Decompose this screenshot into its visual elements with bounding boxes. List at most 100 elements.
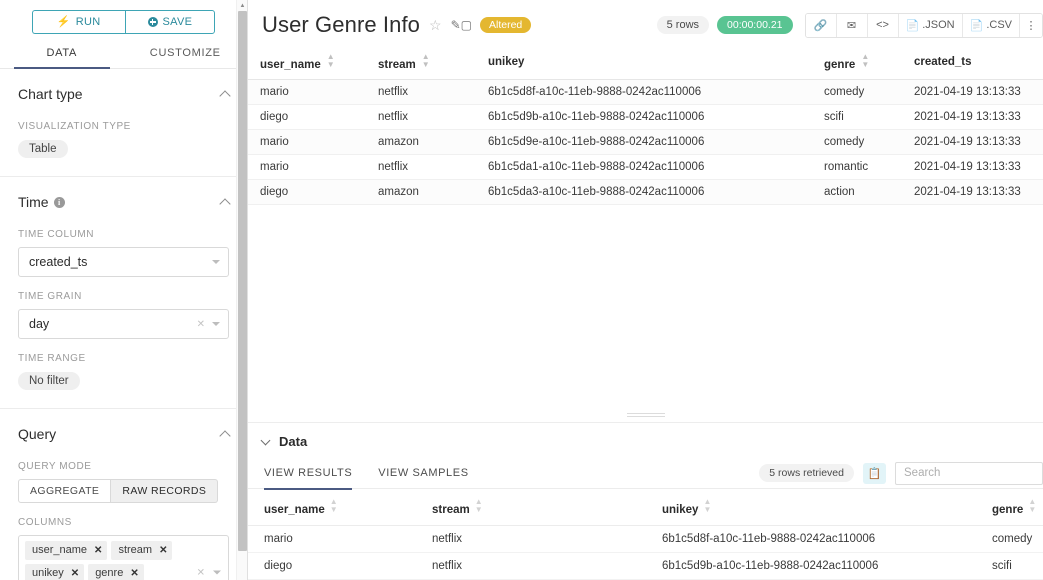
column-header[interactable]: created_ts (902, 46, 1043, 80)
data-panel-header[interactable]: Data (248, 423, 1043, 458)
run-button[interactable]: ⚡ RUN (31, 10, 125, 34)
time-grain-select[interactable]: day ✕ (18, 309, 229, 339)
rows-retrieved-badge: 5 rows retrieved (759, 464, 854, 482)
table-cell: mario (248, 79, 366, 105)
link-icon[interactable]: 🔗 (805, 13, 837, 37)
results-table-head: user_name ▲ ▼ stream ▲ ▼ unikey genre ▲ ▼ created_… (248, 46, 1043, 80)
table-cell: mario (248, 129, 366, 155)
search-input[interactable] (895, 461, 1043, 485)
data-panel-actions: 5 rows retrieved 📋 (759, 461, 1043, 485)
sort-icon[interactable]: ▲ ▼ (861, 53, 869, 69)
table-row[interactable]: diego amazon 6b1c5da3-a10c-11eb-9888-0242a… (248, 179, 1043, 205)
table-cell: diego (248, 104, 366, 130)
sort-icon[interactable]: ▲ ▼ (327, 53, 335, 69)
time-range-value[interactable]: No filter (18, 372, 80, 390)
remove-column-icon[interactable]: ✕ (94, 543, 102, 558)
sort-icon[interactable]: ▲ ▼ (1028, 498, 1036, 514)
sort-icon[interactable]: ▲ ▼ (475, 498, 483, 514)
column-tag-label: stream (118, 544, 153, 556)
run-button-label: RUN (75, 16, 101, 28)
column-header[interactable]: genre ▲ ▼ (976, 489, 1043, 526)
remove-column-icon[interactable]: ✕ (71, 566, 79, 580)
column-tag[interactable]: genre ✕ (88, 564, 144, 580)
column-header[interactable]: user_name ▲ ▼ (248, 489, 416, 526)
table-row[interactable]: mario amazon 6b1c5d9e-a10c-11eb-9888-0242a… (248, 129, 1043, 155)
results-table-body: mario netflix 6b1c5d8f-a10c-11eb-9888-0242… (248, 79, 1043, 205)
remove-column-icon[interactable]: ✕ (130, 566, 138, 580)
more-vertical-icon[interactable]: ⋮ (1020, 13, 1042, 37)
results-table-header-row: user_name ▲ ▼ stream ▲ ▼ unikey genre ▲ ▼ created_… (248, 46, 1043, 80)
column-header-label: stream (378, 59, 416, 71)
sort-icon[interactable]: ▲ ▼ (330, 498, 338, 514)
table-row[interactable]: diego netflix 6b1c5d9b-a10c-11eb-9888-0242… (248, 104, 1043, 130)
column-tag[interactable]: stream ✕ (111, 541, 173, 560)
chevron-up-icon (219, 429, 231, 442)
columns-multiselect[interactable]: user_name✕stream✕unikey✕genre✕created_ts… (18, 535, 229, 580)
panel-resize-handle[interactable] (248, 408, 1043, 422)
data-panel-header-row: user_name▲▼stream▲▼unikey▲▼genre▲▼create… (248, 489, 1043, 526)
clear-icon[interactable]: ✕ (197, 319, 205, 330)
query-mode-aggregate[interactable]: AGGREGATE (18, 479, 112, 503)
time-range-label: TIME RANGE (18, 353, 86, 364)
favorite-star-icon[interactable]: ☆ (429, 18, 442, 32)
data-panel-title: Data (279, 434, 308, 449)
column-header-label: genre (824, 59, 856, 71)
table-cell: 2021-04-19 13:13:33 (902, 129, 1043, 155)
tab-view-results[interactable]: VIEW RESULTS (264, 458, 353, 490)
email-icon[interactable]: ✉ (836, 13, 868, 37)
time-column-select[interactable]: created_ts (18, 247, 229, 277)
time-grain-label: TIME GRAIN (18, 291, 82, 302)
section-time-title: Time i (18, 194, 65, 210)
table-cell: netflix (416, 552, 646, 580)
tab-customize[interactable]: CUSTOMIZE (124, 40, 248, 68)
tab-view-samples[interactable]: VIEW SAMPLES (378, 458, 468, 489)
scroll-up-arrow-icon[interactable]: ▲ (237, 0, 248, 11)
clear-icon[interactable]: ✕ (197, 567, 205, 578)
table-cell: 6b1c5da3-a10c-11eb-9888-0242ac110006 (476, 179, 812, 205)
table-row[interactable]: mario netflix 6b1c5d8f-a10c-11eb-9888-0242… (248, 79, 1043, 105)
results-table: user_name ▲ ▼ stream ▲ ▼ unikey genre ▲ ▼ created_… (248, 46, 1043, 205)
section-chart-type-title: Chart type (18, 86, 83, 102)
info-icon[interactable]: i (53, 196, 65, 208)
csv-download-button[interactable]: 📄 .CSV (962, 13, 1020, 37)
table-cell: mario (248, 154, 366, 180)
sort-icon[interactable]: ▲ ▼ (703, 498, 711, 514)
column-header[interactable]: unikey ▲ ▼ (646, 489, 976, 526)
tab-view-results-label: VIEW RESULTS (264, 467, 353, 479)
sidebar-scrollbar[interactable]: ▲ (236, 0, 247, 580)
column-header[interactable]: user_name ▲ ▼ (248, 46, 366, 80)
visualization-type-value[interactable]: Table (18, 140, 68, 158)
column-tag[interactable]: user_name ✕ (25, 541, 108, 560)
data-panel-tabs: VIEW RESULTS VIEW SAMPLES 5 rows retriev… (248, 458, 1043, 490)
section-query-header[interactable]: Query (0, 409, 247, 457)
chart-header: User Genre Info ☆ ✎▢ Altered 5 rows 00:0… (248, 0, 1043, 46)
section-time-header[interactable]: Time i (0, 177, 247, 225)
column-header[interactable]: genre ▲ ▼ (812, 46, 902, 80)
section-chart-type-header[interactable]: Chart type (0, 69, 247, 117)
run-save-button-group: ⚡ RUN SAVE (31, 10, 216, 34)
visualization-type-label: VISUALIZATION TYPE (18, 121, 131, 132)
chevron-down-icon (212, 322, 220, 326)
edit-properties-icon[interactable]: ✎▢ (451, 19, 472, 31)
tab-data[interactable]: DATA (0, 40, 124, 69)
chevron-up-icon (219, 197, 231, 210)
column-header[interactable]: stream ▲ ▼ (366, 46, 476, 80)
table-row[interactable]: diego netflix 6b1c5d9b-a10c-11eb-9888-0242… (248, 552, 1043, 580)
column-header[interactable]: stream ▲ ▼ (416, 489, 646, 526)
json-download-button[interactable]: 📄 .JSON (898, 13, 963, 37)
json-download-label: .JSON (922, 19, 955, 31)
drag-handle-lines (626, 411, 665, 419)
save-button[interactable]: SAVE (124, 10, 216, 34)
copy-icon[interactable]: 📋 (863, 462, 886, 484)
sort-icon[interactable]: ▲ ▼ (422, 53, 430, 69)
table-cell: 2021-04-19 13:13:33 (902, 104, 1043, 130)
table-row[interactable]: mario netflix 6b1c5d8f-a10c-11eb-9888-0242… (248, 525, 1043, 553)
column-header[interactable]: unikey (476, 46, 812, 80)
remove-column-icon[interactable]: ✕ (159, 543, 167, 558)
column-tag[interactable]: unikey ✕ (25, 564, 85, 580)
table-row[interactable]: mario netflix 6b1c5da1-a10c-11eb-9888-0242… (248, 154, 1043, 180)
scrollbar-thumb[interactable] (238, 11, 247, 551)
query-mode-raw-records[interactable]: RAW RECORDS (111, 479, 219, 503)
bolt-icon: ⚡ (56, 15, 71, 28)
embed-code-icon[interactable]: <> (867, 13, 899, 37)
